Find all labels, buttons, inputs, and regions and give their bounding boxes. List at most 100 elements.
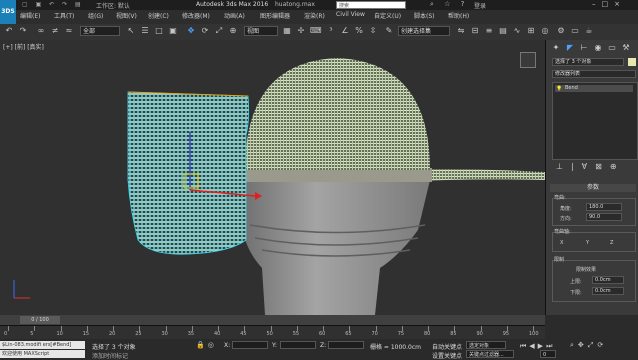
menu-customize[interactable]: 自定义(U) [374,11,401,20]
quick-access-toolbar[interactable]: ▢ ▣ ↶ ↷ ▤ [22,1,84,8]
reference-coordinate-dropdown[interactable]: 视图 [244,26,278,36]
time-tag-button[interactable]: 添加时间标记 [92,351,128,360]
modify-tab-icon[interactable]: ◤ [564,42,576,54]
upper-limit-spinner[interactable]: 0.0cm [592,276,624,284]
edit-named-selections-icon[interactable]: ✎ [384,26,394,36]
menu-group[interactable]: 组(G) [88,11,103,20]
select-manipulate-icon[interactable]: ✢ [296,26,306,36]
angle-spinner[interactable]: 180.0 [586,203,622,211]
track-bar[interactable]: 0 5 10 15 20 25 30 35 40 45 50 55 60 65 70 75 80 85 90 95 10… [0,325,545,340]
window-controls[interactable]: –□× [592,0,626,8]
menu-graph-editors[interactable]: 图形编辑器 [260,11,290,20]
axis-x-radio[interactable]: X [560,240,563,246]
menu-animation[interactable]: 动画(A) [224,11,245,20]
axis-y-radio[interactable]: Y [586,240,589,246]
undo-icon[interactable]: ↶ [4,26,14,36]
named-selection-dropdown[interactable]: 创建选择集 [398,26,450,36]
time-slider[interactable]: 0 / 100 [0,315,545,325]
create-tab-icon[interactable]: ✦ [550,42,562,54]
object-name-field[interactable]: 选择了 3 个对象 [552,58,624,66]
set-key-button[interactable]: 设置关键点 [432,351,462,360]
stack-item-bend[interactable]: Bend [555,85,633,92]
lock-selection-icon[interactable]: 🔒◎ [196,341,217,349]
graphite-toggle-icon[interactable]: ▤ [498,26,508,36]
schematic-view-icon[interactable]: ⊞ [526,26,536,36]
maxscript-listener[interactable]: $Lin-083.modifi ers[#Bend] [0,341,85,349]
selected-object-dropdown[interactable]: 选定对象 [466,341,506,349]
utilities-tab-icon[interactable]: ⚒ [620,42,632,54]
select-move-icon[interactable]: ✥ [186,26,196,36]
track-tick-label: 5 [30,331,34,337]
x-coordinate[interactable] [232,341,268,349]
axis-z-radio[interactable]: Z [610,240,613,246]
bind-spacewarp-icon[interactable]: ≈ [64,26,74,36]
workspace-dropdown[interactable]: 工作区: 默认 [96,1,130,10]
lower-limit-spinner[interactable]: 0.0cm [592,287,624,295]
link-icon[interactable]: ∞ [36,26,46,36]
direction-spinner[interactable]: 90.0 [586,213,622,221]
layer-manager-icon[interactable]: ≡ [484,26,494,36]
track-tick-label: 40 [214,331,221,337]
track-tick-label: 10 [56,331,63,337]
unlink-icon[interactable]: ≠ [50,26,60,36]
menu-rendering[interactable]: 渲染(R) [304,11,325,20]
curve-editor-icon[interactable]: ∿ [512,26,522,36]
time-slider-thumb[interactable]: 0 / 100 [20,316,60,324]
key-filters-button[interactable]: 关键点过滤器... [466,350,514,358]
angle-snap-icon[interactable]: ∠ [340,26,350,36]
motion-tab-icon[interactable]: ◉ [592,42,604,54]
menu-views[interactable]: 视图(V) [116,11,137,20]
rollout-parameters-header[interactable]: 参数 [550,184,636,192]
select-by-name-icon[interactable]: ☰ [140,26,150,36]
light-bulb-icon[interactable]: 💡 [556,86,562,92]
search-input[interactable]: 搜索 [336,1,406,9]
viewport-front[interactable]: [+] [前] [真实] [0,40,546,315]
material-editor-icon[interactable]: ◎ [540,26,550,36]
maxscript-output[interactable]: 欢迎使用 MAXScript [0,350,85,358]
pivot-center-icon[interactable]: ▦ [282,26,292,36]
align-icon[interactable]: ⊟ [470,26,480,36]
menu-edit[interactable]: 编辑(E) [20,11,40,20]
display-tab-icon[interactable]: ▭ [606,42,618,54]
spinner-snap-icon[interactable]: ⇳ [368,26,378,36]
menu-create[interactable]: 创建(C) [148,11,169,20]
track-tick-label: 85 [450,331,457,337]
select-rotate-icon[interactable]: ⟳ [200,26,210,36]
modifier-list-dropdown[interactable]: 修改器列表 [552,70,636,78]
keyboard-shortcut-icon[interactable]: ⌨ [310,26,322,36]
rendered-frame-icon[interactable]: ▭ [570,26,580,36]
stack-tools[interactable]: ⊥|∀⊠⊕ [556,162,625,171]
help-icons[interactable]: ⌕ ☆ ? [430,0,468,9]
redo-icon[interactable]: ↷ [18,26,28,36]
mirror-icon[interactable]: ⇋ [456,26,466,36]
z-coordinate[interactable] [328,341,364,349]
selection-filter-dropdown[interactable]: 全部 [80,26,120,36]
current-frame-field[interactable]: 0 [540,350,556,358]
select-scale-icon[interactable]: ⤢ [214,26,224,36]
window-crossing-icon[interactable]: ▣ [168,26,178,36]
limit-effect-checkbox[interactable]: 限制效果 [576,266,596,273]
menu-tools[interactable]: 工具(T) [54,11,74,20]
percent-snap-icon[interactable]: % [354,26,364,36]
snaps-toggle-icon[interactable]: ³ [326,26,336,36]
render-icon[interactable]: ☕ [584,26,594,36]
menu-scripting[interactable]: 脚本(S) [414,11,435,20]
track-tick-label: 45 [240,331,247,337]
hierarchy-tab-icon[interactable]: ⊢ [578,42,590,54]
select-object-icon[interactable]: ↖ [126,26,136,36]
app-logo-icon[interactable]: 3DS [0,0,16,24]
y-coordinate[interactable] [280,341,316,349]
render-setup-icon[interactable]: ⚙ [556,26,566,36]
microphone-body [240,180,430,315]
object-color-swatch[interactable] [628,58,636,66]
rect-selection-icon[interactable]: □ [154,26,164,36]
menu-civil-view[interactable]: Civil View [336,11,365,18]
bend-axis-label: 弯曲轴: [554,229,571,235]
viewport-navigation[interactable]: ⌕✥⤢⟳ [570,341,607,350]
auto-key-button[interactable]: 自动关键点 [432,342,462,351]
login-button[interactable]: 登录 [474,1,486,10]
modifier-stack[interactable]: Bend 💡 [552,82,638,160]
placement-icon[interactable]: ⊕ [228,26,238,36]
menu-modifiers[interactable]: 修改器(M) [182,11,210,20]
menu-help[interactable]: 帮助(H) [448,11,469,20]
